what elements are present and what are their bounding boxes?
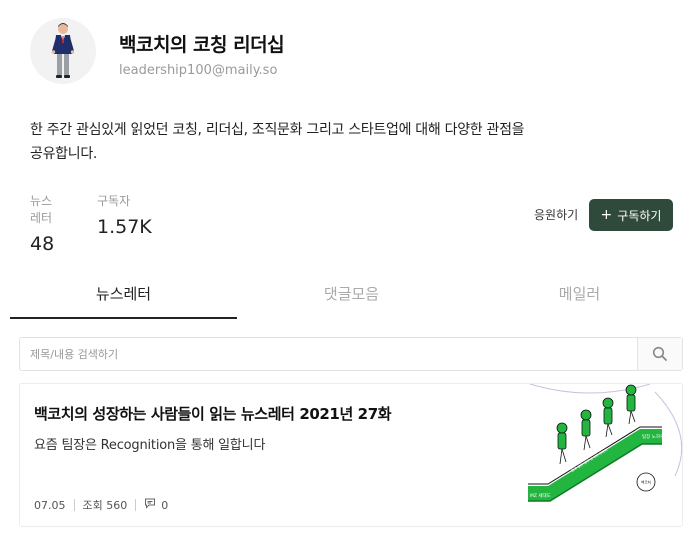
profile-header: 백코치의 코칭 리더십 leadership100@maily.so — [30, 18, 670, 98]
newsletter-title: 백코치의 코칭 리더십 — [119, 34, 285, 56]
tab-mailer[interactable]: 메일러 — [466, 275, 693, 319]
post-subtitle: 요즘 팀장은 Recognition을 통해 일합니다 — [34, 438, 266, 453]
thumb-label-mz: MZ 세대도 — [530, 492, 551, 499]
newsletter-email: leadership100@maily.so — [119, 63, 278, 78]
stat-subscribers-value: 1.57K — [97, 216, 152, 238]
search-bar — [19, 337, 683, 371]
subscribe-label: 구독하기 — [617, 208, 662, 223]
search-icon — [652, 346, 667, 361]
search-button[interactable] — [637, 338, 682, 370]
plus-icon: + — [600, 207, 613, 223]
thumb-label-top: 팀장 노하우 — [642, 433, 664, 440]
post-title: 백코치의 성장하는 사람들이 읽는 뉴스레터 2021년 27화 — [34, 405, 392, 423]
post-meta: 07.05 조회 560 0 — [34, 497, 168, 513]
stat-newsletters-label: 뉴스레터 — [30, 194, 53, 225]
meta-divider — [135, 499, 137, 511]
stat-newsletters-value: 48 — [30, 233, 55, 255]
comment-icon — [144, 498, 156, 512]
avatar — [30, 18, 96, 84]
post-date: 07.05 — [34, 498, 66, 512]
stat-subscribers: 구독자 1.57K — [97, 192, 152, 238]
subscribe-button[interactable]: + 구독하기 — [589, 199, 673, 231]
stat-newsletters: 뉴스레터 48 — [30, 192, 54, 255]
newsletter-description: 한 주간 관심있게 읽었던 코칭, 리더십, 조직문화 그리고 스타트업에 대해… — [30, 122, 525, 162]
post-thumbnail: MZ 세대도 알고 싶은 업무 방식에 대하여 팀장 노하우 백코치 — [528, 384, 682, 502]
post-views: 조회 560 — [82, 499, 128, 512]
newsletter-post-card[interactable]: 백코치의 성장하는 사람들이 읽는 뉴스레터 2021년 27화 요즘 팀장은 … — [19, 383, 683, 527]
tab-newsletters[interactable]: 뉴스레터 — [10, 275, 237, 319]
support-button[interactable]: 응원하기 — [534, 206, 578, 223]
stat-subscribers-label: 구독자 — [97, 194, 131, 208]
thumb-badge: 백코치 — [641, 480, 651, 485]
tab-bar: 뉴스레터 댓글모음 메일러 — [10, 275, 693, 319]
search-input[interactable] — [20, 338, 637, 370]
post-comment-count: 0 — [161, 498, 169, 512]
meta-divider — [73, 499, 75, 511]
tab-comments[interactable]: 댓글모음 — [238, 275, 465, 319]
